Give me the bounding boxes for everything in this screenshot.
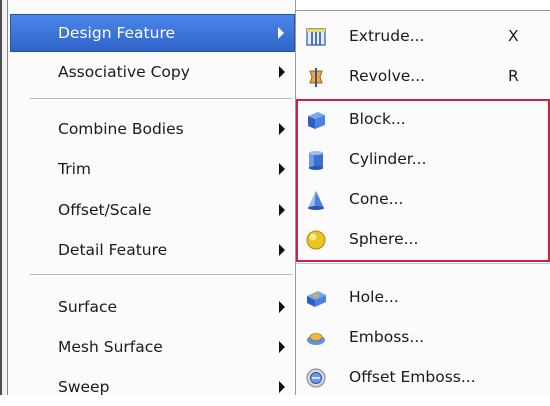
menu-separator — [30, 274, 292, 276]
menu-item-label: Mesh Surface — [58, 338, 163, 356]
menu-item-label: Offset/Scale — [58, 201, 152, 219]
main-menu: Design Feature Associative Copy Combine … — [8, 0, 296, 396]
submenu-item-cone[interactable]: Cone... — [296, 180, 550, 221]
menu-item-label: Trim — [58, 160, 91, 178]
submenu-item-label: Emboss... — [349, 328, 425, 346]
shortcut-key: X — [508, 27, 519, 45]
menu-item-label: Surface — [58, 298, 118, 316]
menu-item-detail-feature[interactable]: Detail Feature — [8, 231, 295, 269]
emboss-icon — [307, 333, 325, 345]
submenu-separator — [296, 263, 550, 264]
menu-item-label: Detail Feature — [58, 241, 168, 259]
sphere-icon — [306, 230, 326, 250]
submenu-item-label: Block... — [349, 110, 406, 128]
menu-item-label: Combine Bodies — [58, 120, 184, 138]
menu-item-label: Design Feature — [58, 24, 176, 42]
submenu-item-extrude[interactable]: Extrude... X — [296, 17, 550, 58]
extrude-icon — [306, 28, 326, 46]
menu-item-associative-copy[interactable]: Associative Copy — [8, 53, 295, 91]
submenu-top-gap — [296, 0, 550, 10]
menu-separator — [30, 98, 292, 100]
submenu-item-revolve[interactable]: Revolve... R — [296, 57, 550, 98]
submenu-item-label: Offset Emboss... — [349, 368, 476, 386]
submenu-arrow-icon — [279, 381, 285, 393]
submenu-arrow-icon — [279, 244, 285, 256]
submenu-arrow-icon — [279, 301, 285, 313]
submenu-item-label: Cone... — [349, 190, 404, 208]
menu-item-label: Associative Copy — [58, 63, 190, 81]
cone-icon — [308, 191, 324, 210]
design-feature-submenu: Extrude... X Revolve... R Block... Cylin… — [296, 10, 550, 396]
submenu-item-label: Revolve... — [349, 67, 426, 85]
revolve-icon — [309, 68, 323, 87]
submenu-item-cylinder[interactable]: Cylinder... — [296, 140, 550, 181]
block-icon — [308, 112, 325, 129]
submenu-item-sphere[interactable]: Sphere... — [296, 220, 550, 261]
window-border — [0, 0, 2, 395]
submenu-item-label: Extrude... — [349, 27, 425, 45]
submenu-item-offset-emboss[interactable]: Offset Emboss... — [296, 358, 550, 399]
submenu-item-emboss[interactable]: Emboss... — [296, 318, 550, 359]
submenu-arrow-icon — [278, 27, 284, 39]
menu-item-mesh-surface[interactable]: Mesh Surface — [8, 328, 295, 366]
offset-emboss-icon — [306, 368, 326, 388]
menu-item-trim[interactable]: Trim — [8, 150, 295, 188]
submenu-item-hole[interactable]: Hole... — [296, 278, 550, 319]
menu-item-design-feature[interactable]: Design Feature — [10, 14, 295, 52]
submenu-arrow-icon — [279, 66, 285, 78]
menu-item-offset-scale[interactable]: Offset/Scale — [8, 191, 295, 229]
menu-item-sweep[interactable]: Sweep — [8, 368, 295, 406]
menu-item-surface[interactable]: Surface — [8, 288, 295, 326]
submenu-item-label: Hole... — [349, 288, 399, 306]
hole-icon — [307, 291, 326, 307]
submenu-arrow-icon — [279, 163, 285, 175]
submenu-item-label: Cylinder... — [349, 150, 427, 168]
submenu-arrow-icon — [279, 123, 285, 135]
submenu-arrow-icon — [279, 204, 285, 216]
submenu-item-label: Sphere... — [349, 230, 419, 248]
shortcut-key: R — [508, 67, 519, 85]
submenu-item-block[interactable]: Block... — [296, 100, 550, 141]
menu-item-label: Sweep — [58, 378, 110, 396]
cylinder-icon — [309, 151, 323, 170]
submenu-arrow-icon — [279, 341, 285, 353]
menu-item-combine-bodies[interactable]: Combine Bodies — [8, 110, 295, 148]
